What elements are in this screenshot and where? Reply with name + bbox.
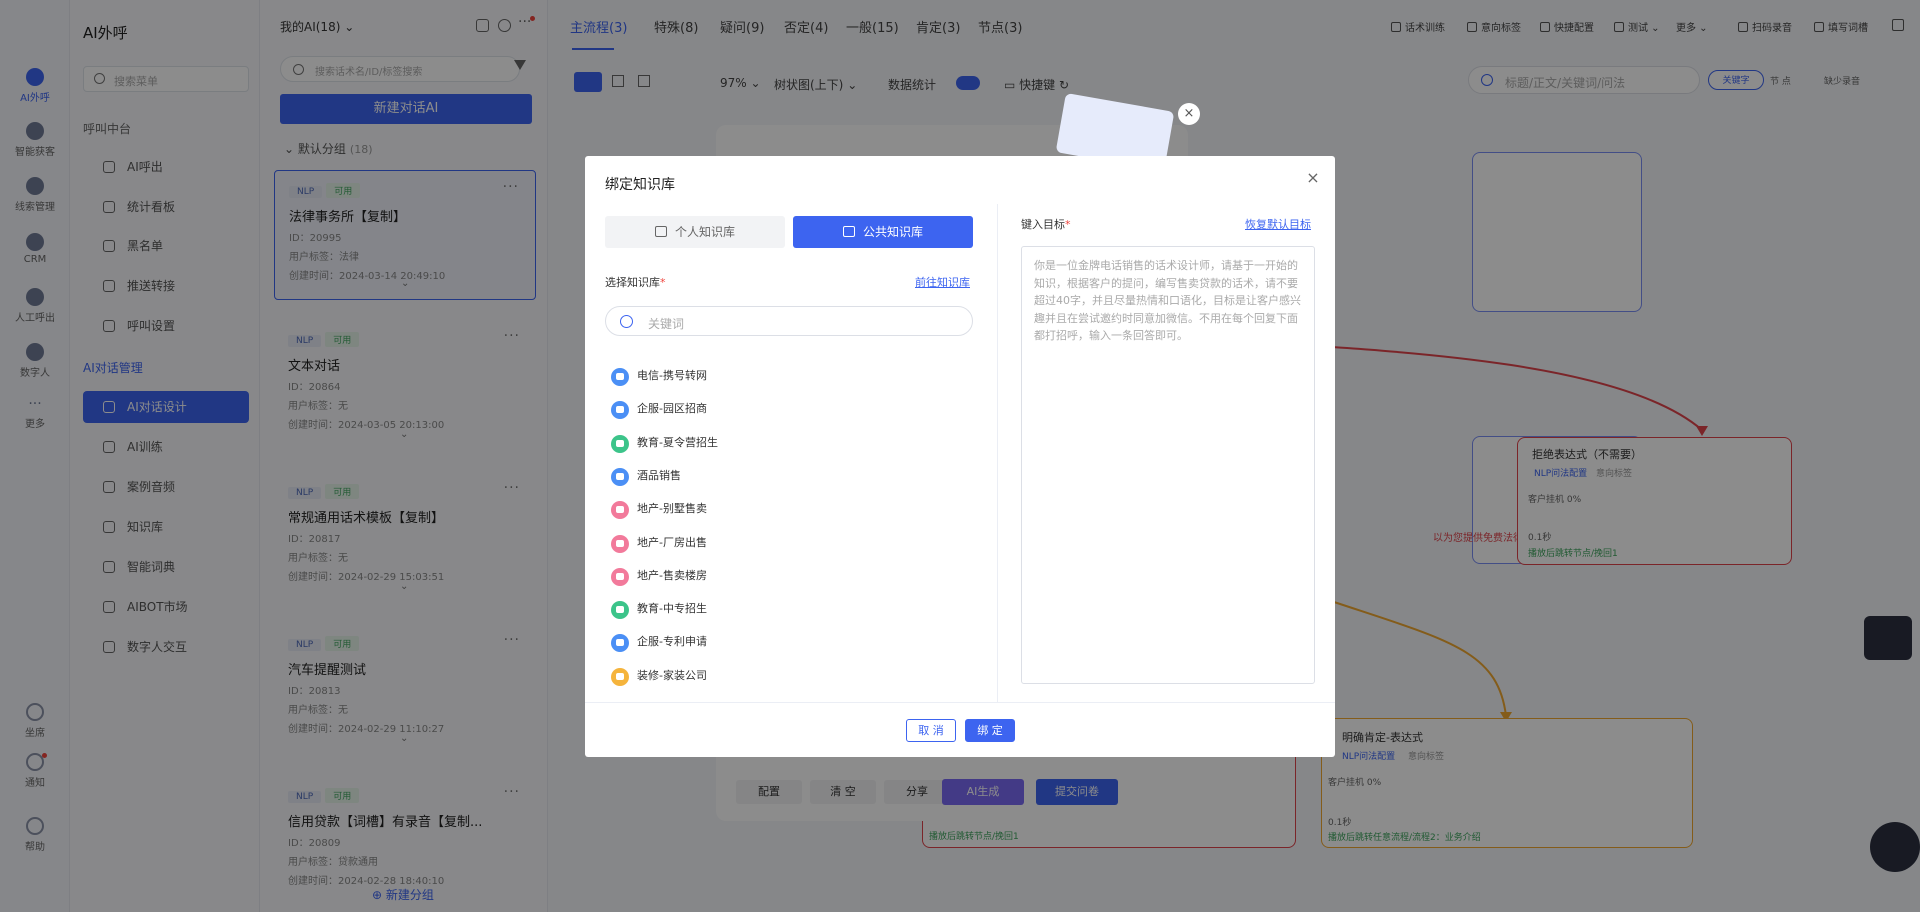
tab-private-kb[interactable]: 个人知识库 — [605, 216, 785, 248]
kb-item-label: 企服-园区招商 — [637, 402, 707, 416]
kb-item[interactable]: 企服-专利申请 — [611, 632, 707, 653]
kb-item[interactable]: 电信-携号转网 — [611, 366, 707, 386]
kb-item[interactable]: 教育-夏令营招生 — [611, 433, 718, 453]
goto-kb-link[interactable]: 前往知识库 — [915, 274, 970, 290]
modal-divider — [997, 204, 998, 702]
kb-icon — [611, 601, 629, 620]
kb-item[interactable]: 教育-中专招生 — [611, 599, 707, 620]
kb-item-label: 企服-专利申请 — [637, 635, 707, 649]
kb-item-label: 酒品销售 — [637, 468, 681, 482]
kb-item[interactable]: 酒品销售 — [611, 466, 681, 486]
bind-button[interactable]: 绑 定 — [965, 719, 1015, 742]
kb-item-label: 地产-别墅售卖 — [637, 502, 707, 516]
calendar-icon — [842, 226, 855, 237]
kb-icon — [611, 368, 629, 386]
kb-icon — [611, 634, 629, 653]
kb-item-label: 地产-厂房出售 — [637, 535, 707, 549]
kb-item-label: 教育-中专招生 — [637, 602, 707, 616]
select-kb-label: 选择知识库* — [605, 276, 666, 289]
kb-icon — [611, 434, 629, 453]
kb-icon — [611, 501, 629, 520]
modal-footer-divider — [585, 702, 1335, 703]
kb-search-input[interactable]: 关键词 — [605, 306, 973, 336]
close-icon[interactable]: × — [1305, 170, 1321, 186]
kb-item-label: 装修-家装公司 — [637, 668, 707, 682]
kb-icon — [611, 567, 629, 586]
kb-icon — [611, 667, 629, 686]
restore-target-link[interactable]: 恢复默认目标 — [1245, 216, 1311, 232]
bind-knowledge-modal: 绑定知识库 × 个人知识库 公共知识库 选择知识库* 前往知识库 关键词 电信-… — [585, 156, 1335, 757]
kb-item-label: 电信-携号转网 — [637, 369, 707, 382]
tab-public-kb[interactable]: 公共知识库 — [793, 216, 973, 248]
kb-icon — [611, 534, 629, 553]
kb-item[interactable]: 企服-园区招商 — [611, 399, 707, 420]
kb-item[interactable]: 装修-家装公司 — [611, 666, 707, 686]
kb-item[interactable]: 地产-厂房出售 — [611, 533, 707, 553]
panel-close-icon[interactable]: × — [1178, 103, 1200, 125]
cancel-button[interactable]: 取 消 — [906, 719, 956, 742]
kb-item[interactable]: 地产-别墅售卖 — [611, 499, 707, 520]
search-icon — [620, 315, 633, 328]
target-label: 键入目标* — [1021, 218, 1071, 231]
kb-item-label: 地产-售卖楼房 — [637, 568, 707, 582]
modal-title: 绑定知识库 — [605, 177, 675, 193]
kb-icon — [611, 401, 629, 420]
kb-item[interactable]: 地产-售卖楼房 — [611, 566, 707, 586]
kb-icon — [611, 467, 629, 486]
kb-item-label: 教育-夏令营招生 — [637, 435, 718, 449]
folder-icon — [654, 226, 667, 237]
target-textarea[interactable]: 你是一位金牌电话销售的话术设计师，请基于一开始的知识，根据客户的提问，编写售卖贷… — [1021, 246, 1315, 684]
